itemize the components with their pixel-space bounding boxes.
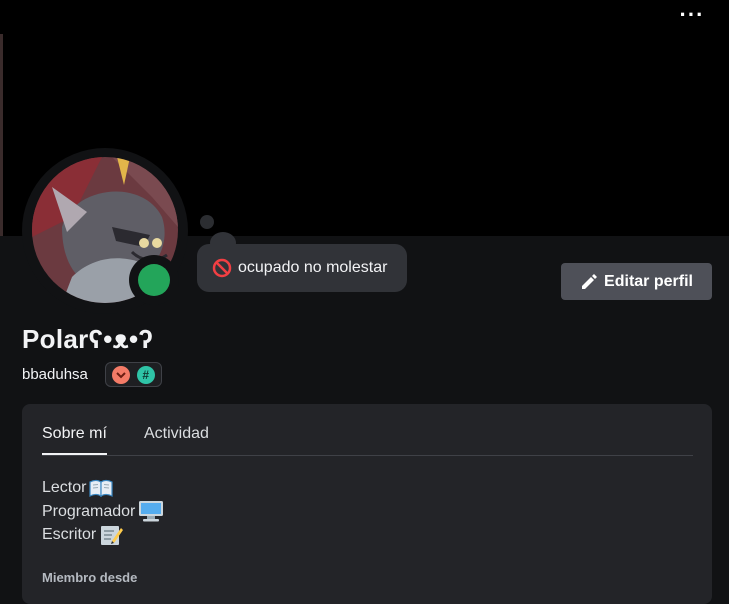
bio-text: Lector (42, 479, 87, 496)
member-since-label: Miembro desde (42, 570, 138, 585)
bio-line: Escritor (42, 523, 164, 547)
bio-line: Programador (42, 500, 164, 524)
tab-actividad[interactable]: Actividad (144, 425, 209, 443)
profile-card: Sobre mí Actividad Lector Programador Es… (22, 404, 712, 604)
custom-status-bubble[interactable]: ocupado no molestar (197, 244, 407, 292)
online-status-indicator (138, 264, 170, 296)
display-name: Polarʕ•ᴥ•ʔ (22, 324, 154, 354)
bio-text: Programador (42, 502, 136, 520)
memo-icon (99, 524, 124, 546)
edit-profile-label: Editar perfil (604, 272, 693, 290)
edit-profile-button[interactable]: Editar perfil (561, 263, 712, 300)
username[interactable]: bbaduhsa (22, 366, 88, 383)
custom-status-text: ocupado no molestar (238, 259, 388, 276)
do-not-disturb-icon (212, 258, 232, 278)
bio: Lector Programador Escritor (42, 476, 164, 547)
open-book-icon (89, 478, 114, 498)
pencil-icon (580, 273, 598, 291)
chevron-badge-icon[interactable] (112, 365, 131, 384)
profile-tabs: Sobre mí Actividad (42, 422, 693, 456)
hash-badge-icon[interactable]: # (136, 365, 155, 384)
more-horizontal-icon: ··· (679, 2, 705, 27)
thought-bubble-dot-small (200, 215, 214, 229)
badges-container: # (105, 362, 162, 387)
bio-text: Escritor (42, 526, 97, 543)
computer-icon (138, 500, 164, 522)
bio-line: Lector (42, 476, 164, 500)
tab-sobre-mi[interactable]: Sobre mí (42, 425, 107, 455)
more-options-button[interactable]: ··· (676, 4, 708, 26)
